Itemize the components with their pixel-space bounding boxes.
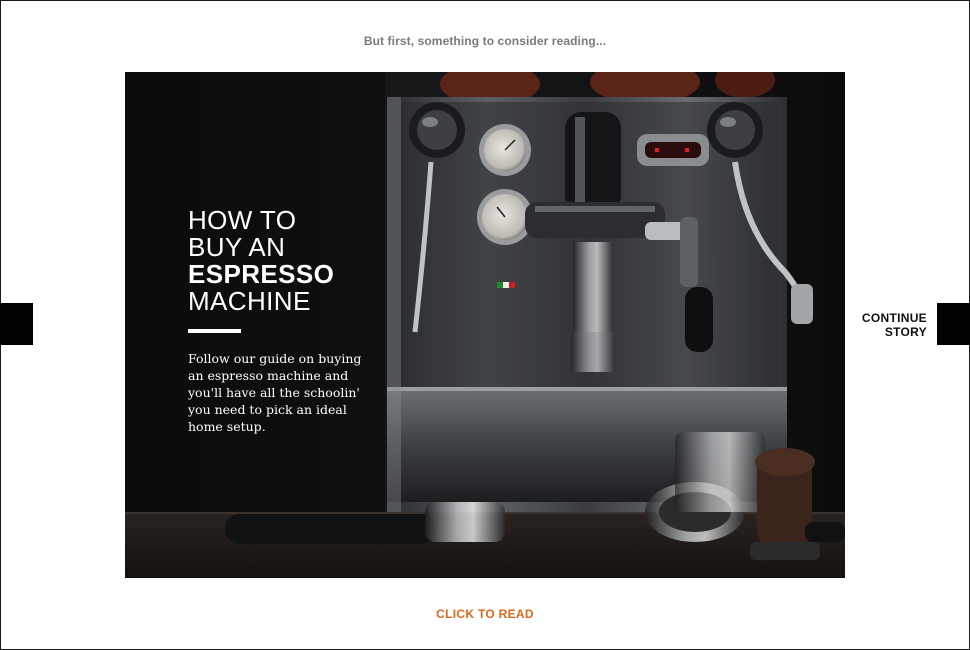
featured-article-card[interactable]: HOW TO BUY AN ESPRESSO MACHINE Follow ou… <box>125 72 845 578</box>
headline-line-1: HOW TO <box>188 205 297 235</box>
intro-text: But first, something to consider reading… <box>363 34 607 48</box>
left-nav-tab-icon[interactable] <box>0 303 33 345</box>
hero-description: Follow our guide on buying an espresso m… <box>188 351 362 434</box>
continue-line-1: CONTINUE <box>861 311 927 325</box>
headline-line-4: MACHINE <box>188 286 311 316</box>
click-to-read-link[interactable]: CLICK TO READ <box>0 607 970 621</box>
continue-line-2: STORY <box>884 325 927 339</box>
hero-headline: HOW TO BUY AN ESPRESSO MACHINE <box>188 207 334 315</box>
espresso-machine-photo <box>125 72 845 578</box>
headline-line-3: ESPRESSO <box>188 259 335 289</box>
continue-story-link[interactable]: CONTINUE STORY <box>862 311 927 339</box>
headline-line-2: BUY AN <box>188 232 286 262</box>
right-nav-tab-icon[interactable] <box>937 303 970 345</box>
headline-divider <box>188 329 241 333</box>
